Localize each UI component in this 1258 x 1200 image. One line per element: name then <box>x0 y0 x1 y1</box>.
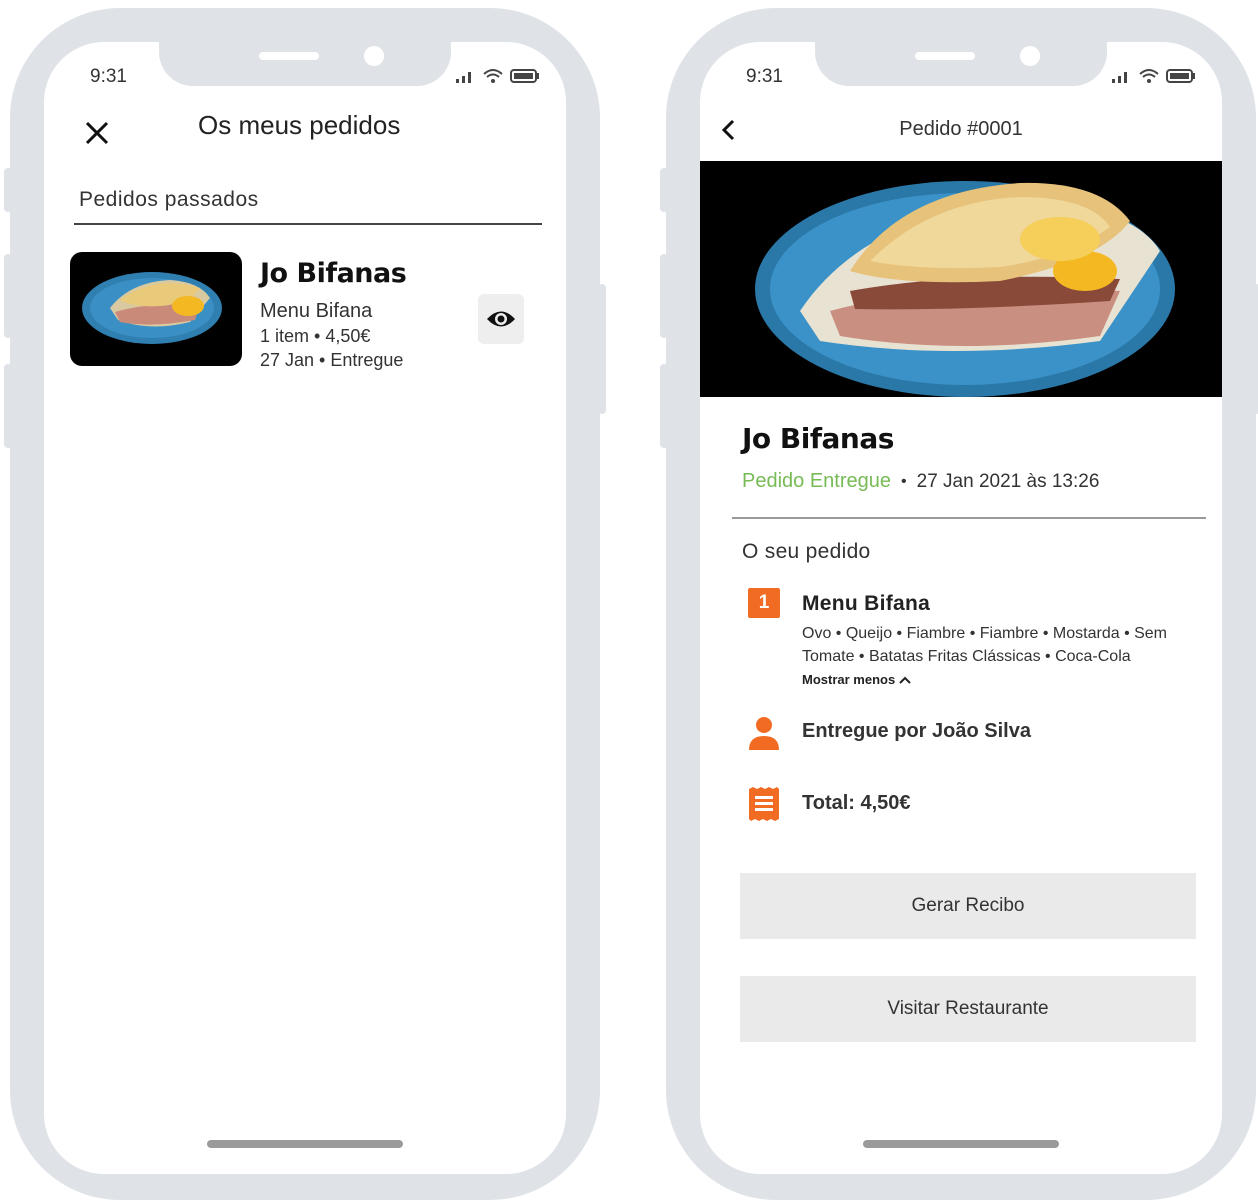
side-button <box>660 364 668 448</box>
camera <box>1020 46 1040 66</box>
order-total: Total: 4,50€ <box>802 792 911 814</box>
wifi-icon <box>1139 69 1159 83</box>
delivered-by: Entregue por João Silva <box>802 720 1031 742</box>
order-status-row: Pedido Entregue • 27 Jan 2021 às 13:26 <box>742 470 1099 493</box>
order-date-status: 27 Jan • Entregue <box>260 350 404 370</box>
restaurant-name: Jo Bifanas <box>742 422 894 455</box>
status-icons <box>454 68 540 84</box>
status-time: 9:31 <box>746 66 783 87</box>
item-options: Ovo • Queijo • Fiambre • Fiambre • Mosta… <box>802 625 1168 665</box>
chevron-up-icon <box>899 676 911 684</box>
order-items-price: 1 item • 4,50€ <box>260 326 371 346</box>
signal-icon <box>1112 72 1127 83</box>
camera <box>364 46 384 66</box>
order-card[interactable]: Jo Bifanas Menu Bifana 1 item • 4,50€ 27… <box>70 252 540 370</box>
phone-frame-order-detail: 9:31 Pedido #0001 Jo Bifanas Pedido Entr… <box>660 8 1258 1200</box>
notch <box>159 42 451 86</box>
section-label-past-orders: Pedidos passados <box>79 188 259 211</box>
order-detail-screen: 9:31 Pedido #0001 Jo Bifanas Pedido Entr… <box>700 42 1222 1174</box>
order-datetime: 27 Jan 2021 às 13:26 <box>916 470 1100 492</box>
item-name: Menu Bifana <box>802 592 931 615</box>
notch <box>815 42 1107 86</box>
restaurant-hero-image <box>700 161 1222 397</box>
speaker <box>259 52 319 60</box>
section-divider <box>74 223 542 225</box>
side-button <box>4 168 12 212</box>
section-label-your-order: O seu pedido <box>742 540 871 563</box>
visit-restaurant-button[interactable]: Visitar Restaurante <box>740 976 1196 1042</box>
battery-icon <box>510 69 539 83</box>
status-time: 9:31 <box>90 66 127 87</box>
show-less-label: Mostrar menos <box>802 672 896 687</box>
person-icon <box>748 716 780 755</box>
quantity-badge: 1 <box>748 588 780 618</box>
order-restaurant-name: Jo Bifanas <box>260 258 407 289</box>
page-title: Pedido #0001 <box>899 118 1023 140</box>
battery-icon <box>1166 69 1195 83</box>
section-divider <box>732 517 1206 519</box>
side-button <box>598 284 606 414</box>
orders-screen: 9:31 Os meus pedidos Pedidos passados Jo… <box>44 42 566 1174</box>
phone-frame-orders: 9:31 Os meus pedidos Pedidos passados Jo… <box>4 8 606 1200</box>
status-icons <box>1110 68 1196 84</box>
speaker <box>915 52 975 60</box>
receipt-icon <box>748 786 780 827</box>
home-indicator[interactable] <box>863 1140 1059 1148</box>
show-less-toggle[interactable]: Mostrar menos <box>802 672 911 687</box>
generate-receipt-button[interactable]: Gerar Recibo <box>740 873 1196 939</box>
side-button <box>4 364 12 448</box>
order-menu-name: Menu Bifana <box>260 300 373 322</box>
page-title: Os meus pedidos <box>198 110 401 140</box>
wifi-icon <box>483 69 503 83</box>
order-thumbnail <box>70 252 242 366</box>
side-button <box>660 254 668 338</box>
close-icon[interactable] <box>84 120 110 151</box>
home-indicator[interactable] <box>207 1140 403 1148</box>
order-status: Pedido Entregue <box>742 470 892 492</box>
side-button <box>660 168 668 212</box>
eye-icon <box>487 311 515 327</box>
status-separator: • <box>901 472 907 490</box>
side-button <box>1254 284 1258 414</box>
signal-icon <box>456 72 471 83</box>
view-order-button[interactable] <box>478 294 524 344</box>
side-button <box>4 254 12 338</box>
